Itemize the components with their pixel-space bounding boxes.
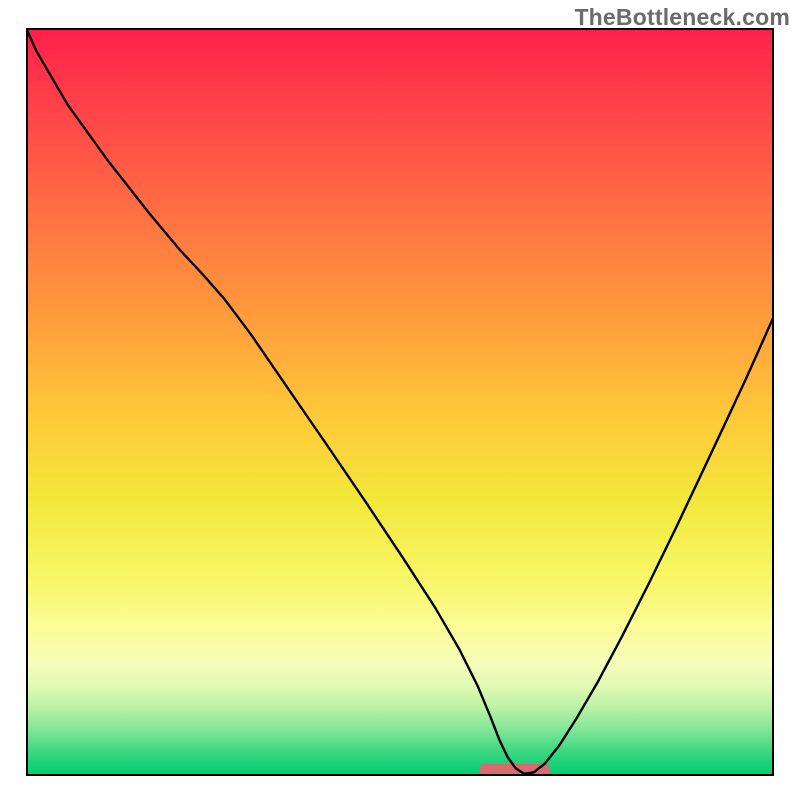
watermark-text: TheBottleneck.com: [574, 4, 790, 31]
heat-gradient-background: [26, 28, 774, 776]
chart-canvas: TheBottleneck.com: [0, 0, 800, 800]
plot-area: [26, 28, 774, 776]
optimal-range-marker: [479, 764, 550, 776]
